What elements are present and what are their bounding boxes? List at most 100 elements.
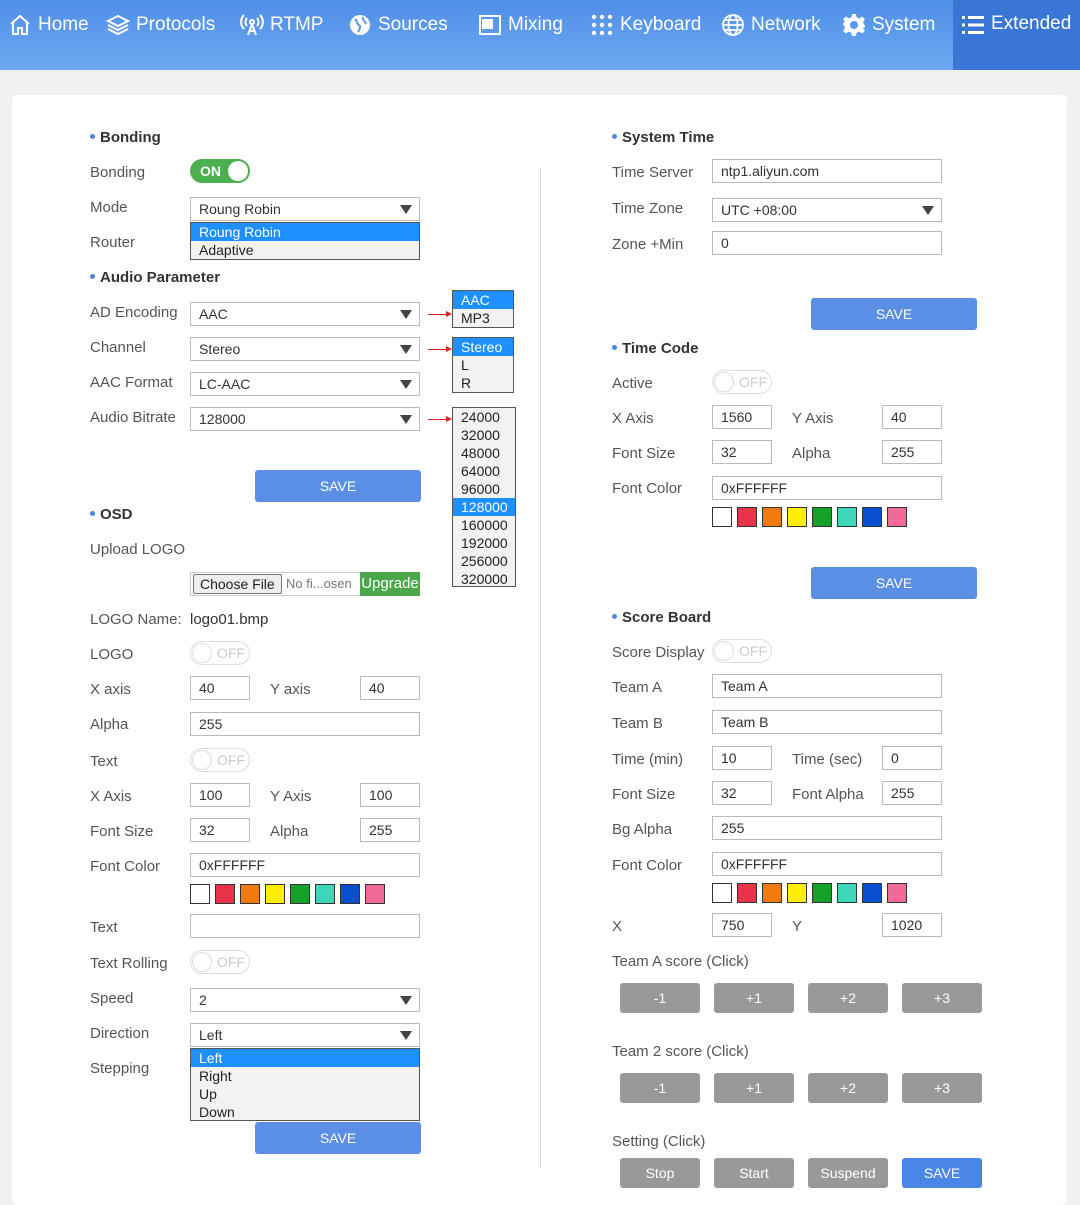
bg-alpha-input[interactable]: 255 [712, 816, 942, 840]
dropdown-option[interactable]: Roung Robin [191, 223, 419, 241]
dropdown-option[interactable]: 256000 [453, 552, 515, 570]
suspend-button[interactable]: Suspend [808, 1158, 888, 1188]
color-swatch[interactable] [737, 883, 757, 903]
color-swatch[interactable] [837, 507, 857, 527]
team-a-plus1-button[interactable]: +1 [714, 983, 794, 1013]
audio-save-button[interactable]: SAVE [255, 470, 421, 502]
color-swatch[interactable] [712, 883, 732, 903]
osd-text-alpha-input[interactable]: 255 [360, 818, 420, 842]
stop-button[interactable]: Stop [620, 1158, 700, 1188]
dropdown-option[interactable]: Adaptive [191, 241, 419, 259]
logo-y-input[interactable]: 40 [360, 676, 420, 700]
team-a-plus3-button[interactable]: +3 [902, 983, 982, 1013]
dropdown-option[interactable]: 320000 [453, 570, 515, 588]
color-swatch[interactable] [340, 884, 360, 904]
dropdown-option[interactable]: 128000 [453, 498, 515, 516]
sb-font-alpha-input[interactable]: 255 [882, 781, 942, 805]
dropdown-option[interactable]: 64000 [453, 462, 515, 480]
color-swatch[interactable] [862, 883, 882, 903]
dropdown-option[interactable]: 48000 [453, 444, 515, 462]
dropdown-option[interactable]: 160000 [453, 516, 515, 534]
nav-item-home[interactable]: Home [8, 0, 89, 50]
team-2-plus2-button[interactable]: +2 [808, 1073, 888, 1103]
speed-select[interactable]: 2 [190, 988, 420, 1012]
nav-item-network[interactable]: Network [721, 0, 821, 50]
nav-item-protocols[interactable]: Protocols [106, 0, 215, 50]
tc-font-size-input[interactable]: 32 [712, 440, 772, 464]
time-min-input[interactable]: 10 [712, 746, 772, 770]
color-swatch[interactable] [762, 507, 782, 527]
dropdown-option[interactable]: 24000 [453, 408, 515, 426]
team-2-plus3-button[interactable]: +3 [902, 1073, 982, 1103]
time-code-save-button[interactable]: SAVE [811, 567, 977, 599]
team-2-plus1-button[interactable]: +1 [714, 1073, 794, 1103]
tc-font-color-input[interactable]: 0xFFFFFF [712, 476, 942, 500]
bonding-toggle[interactable]: ON [190, 159, 250, 183]
nav-item-keyboard[interactable]: Keyboard [590, 0, 701, 50]
team-2-minus1-button[interactable]: -1 [620, 1073, 700, 1103]
color-swatch[interactable] [265, 884, 285, 904]
tc-alpha-input[interactable]: 255 [882, 440, 942, 464]
nav-item-system[interactable]: System [842, 0, 935, 50]
color-swatch[interactable] [190, 884, 210, 904]
time-sec-input[interactable]: 0 [882, 746, 942, 770]
nav-item-mixing[interactable]: Mixing [478, 0, 563, 50]
score-board-save-button[interactable]: SAVE [902, 1158, 982, 1188]
bitrate-select[interactable]: 128000 [190, 407, 420, 431]
encoding-select[interactable]: AAC [190, 302, 420, 326]
color-swatch[interactable] [762, 883, 782, 903]
logo-x-input[interactable]: 40 [190, 676, 250, 700]
mode-select[interactable]: Roung Robin [190, 197, 420, 221]
dropdown-option[interactable]: Down [191, 1103, 419, 1121]
dropdown-option[interactable]: Stereo [453, 338, 513, 356]
time-code-active-toggle[interactable]: OFF [712, 370, 772, 394]
color-swatch[interactable] [737, 507, 757, 527]
color-swatch[interactable] [787, 507, 807, 527]
team-a-plus2-button[interactable]: +2 [808, 983, 888, 1013]
color-swatch[interactable] [290, 884, 310, 904]
upgrade-button[interactable]: Upgrade [360, 572, 420, 596]
color-swatch[interactable] [787, 883, 807, 903]
color-swatch[interactable] [240, 884, 260, 904]
tc-x-input[interactable]: 1560 [712, 405, 772, 429]
color-swatch[interactable] [812, 507, 832, 527]
sb-y-input[interactable]: 1020 [882, 913, 942, 937]
time-server-input[interactable]: ntp1.aliyun.com [712, 159, 942, 183]
score-display-toggle[interactable]: OFF [712, 639, 772, 663]
direction-select[interactable]: Left [190, 1023, 420, 1047]
text-content-input[interactable] [190, 914, 420, 938]
osd-font-size-input[interactable]: 32 [190, 818, 250, 842]
choose-file-button[interactable]: Choose File [193, 574, 282, 594]
text-rolling-toggle[interactable]: OFF [190, 950, 250, 974]
color-swatch[interactable] [812, 883, 832, 903]
nav-item-rtmp[interactable]: RTMP [240, 0, 323, 50]
dropdown-option[interactable]: AAC [453, 291, 513, 309]
nav-item-extended[interactable]: Extended [953, 0, 1080, 70]
color-swatch[interactable] [887, 507, 907, 527]
channel-select[interactable]: Stereo [190, 337, 420, 361]
sb-font-size-input[interactable]: 32 [712, 781, 772, 805]
nav-item-sources[interactable]: Sources [348, 0, 448, 50]
team-a-minus1-button[interactable]: -1 [620, 983, 700, 1013]
system-time-save-button[interactable]: SAVE [811, 298, 977, 330]
color-swatch[interactable] [862, 507, 882, 527]
dropdown-option[interactable]: 96000 [453, 480, 515, 498]
tc-y-input[interactable]: 40 [882, 405, 942, 429]
color-swatch[interactable] [712, 507, 732, 527]
dropdown-option[interactable]: Left [191, 1049, 419, 1067]
dropdown-option[interactable]: 32000 [453, 426, 515, 444]
color-swatch[interactable] [365, 884, 385, 904]
zone-min-input[interactable]: 0 [712, 231, 942, 255]
start-button[interactable]: Start [714, 1158, 794, 1188]
team-a-input[interactable]: Team A [712, 674, 942, 698]
color-swatch[interactable] [315, 884, 335, 904]
dropdown-option[interactable]: Up [191, 1085, 419, 1103]
dropdown-option[interactable]: L [453, 356, 513, 374]
osd-save-button[interactable]: SAVE [255, 1122, 421, 1154]
team-b-input[interactable]: Team B [712, 710, 942, 734]
color-swatch[interactable] [887, 883, 907, 903]
dropdown-option[interactable]: MP3 [453, 309, 513, 327]
dropdown-option[interactable]: 192000 [453, 534, 515, 552]
logo-toggle[interactable]: OFF [190, 641, 250, 665]
text-toggle[interactable]: OFF [190, 748, 250, 772]
